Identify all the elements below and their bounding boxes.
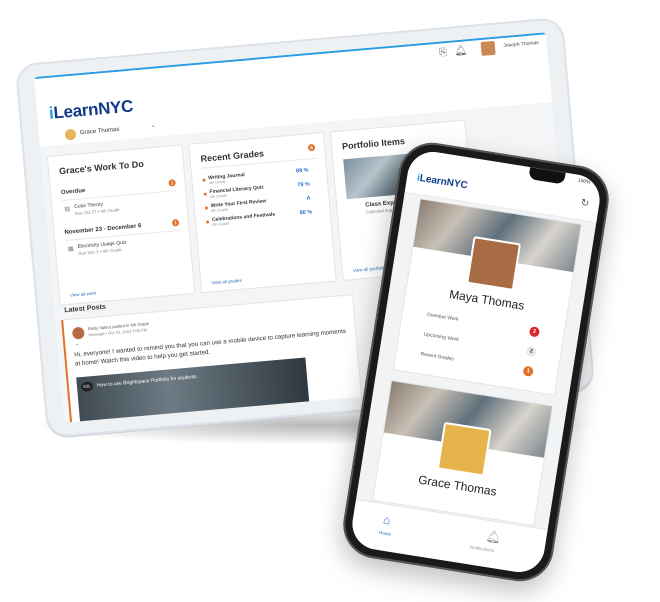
- grade-value: 89 %: [295, 167, 309, 175]
- card-title: Recent Grades: [200, 148, 265, 164]
- student-card-maya[interactable]: Maya Thomas Overdue Work 2 Upcoming Work…: [392, 198, 582, 396]
- student-avatar: [466, 236, 522, 292]
- student-card-grace[interactable]: Grace Thomas: [372, 379, 554, 527]
- work-to-do-card: Grace's Work To Do Overdue 1 ▤ Color The…: [46, 144, 196, 306]
- chevron-down-icon[interactable]: ⌄: [75, 341, 80, 347]
- student-avatar: [64, 128, 77, 141]
- upcoming-count-badge: 1: [171, 218, 180, 227]
- home-icon[interactable]: ⌂: [382, 513, 391, 528]
- grades-count-badge: 5: [307, 143, 316, 152]
- notifications-bell-icon[interactable]: 🔔︎: [485, 529, 502, 545]
- quiz-icon: ▦: [67, 246, 74, 253]
- card-title: Grace's Work To Do: [58, 158, 145, 177]
- overdue-count-badge: 1: [168, 179, 176, 187]
- post-card: Emily Valero posted in 4th Grade Message…: [61, 294, 363, 423]
- view-all-grades-link[interactable]: View all grades: [211, 278, 242, 286]
- grade-value: 80 %: [299, 209, 313, 217]
- upcoming-work-badge: 2: [525, 345, 538, 358]
- chevron-down-icon[interactable]: ⌄: [150, 122, 156, 129]
- upcoming-work-label: Upcoming Work: [423, 331, 460, 343]
- video-title: How to use Brightspace Portfolio for stu…: [96, 374, 197, 389]
- notifications-bell-icon[interactable]: 🔔︎: [454, 45, 468, 57]
- video-thumbnail[interactable]: D2L How to use Brightspace Portfolio for…: [76, 357, 310, 423]
- recent-grades-card: Recent Grades 5 Writing Journal 4th Grad…: [188, 132, 337, 294]
- overdue-work-label: Overdue Work: [426, 311, 460, 323]
- grade-value: 79 %: [297, 181, 311, 189]
- ilearnnyc-logo[interactable]: iLearnNYC: [416, 173, 468, 192]
- user-name[interactable]: Joseph Thomas: [503, 40, 539, 49]
- nav-notifications-label[interactable]: Notifications: [470, 544, 495, 553]
- document-icon: ▤: [64, 206, 71, 213]
- latest-posts-title: Latest Posts: [64, 303, 107, 315]
- refresh-icon[interactable]: ↻: [580, 198, 590, 210]
- grade-sub: 4th Grade: [209, 193, 227, 200]
- recent-grades-badge: 1: [522, 365, 534, 377]
- grade-bullet: [203, 192, 207, 196]
- card-title: Portfolio Items: [341, 135, 406, 152]
- messages-icon[interactable]: ⎘: [439, 47, 448, 59]
- grade-bullet: [204, 206, 209, 210]
- overdue-label: Overdue: [60, 188, 86, 197]
- student-name: Grace Thomas: [79, 126, 120, 137]
- battery-status: 100%: [577, 177, 591, 186]
- grade-bullet: [202, 178, 206, 182]
- nav-home-label[interactable]: Home: [379, 530, 392, 537]
- grade-value: A: [306, 195, 311, 202]
- post-author-avatar: [71, 326, 85, 340]
- recent-grades-label: Recent Grades: [420, 351, 455, 363]
- user-avatar[interactable]: [480, 40, 496, 56]
- overdue-work-badge: 2: [528, 326, 541, 338]
- ilearnnyc-logo[interactable]: iLearnNYC: [48, 97, 134, 124]
- grade-sub: 4th Grade: [208, 179, 226, 186]
- view-all-work-link[interactable]: View all work: [70, 290, 97, 297]
- grade-sub: 4th Grade: [212, 221, 230, 228]
- student-avatar: [436, 421, 492, 477]
- d2l-logo-badge: D2L: [80, 381, 94, 393]
- grade-sub: 4th Grade: [211, 207, 229, 214]
- grade-bullet: [206, 220, 210, 224]
